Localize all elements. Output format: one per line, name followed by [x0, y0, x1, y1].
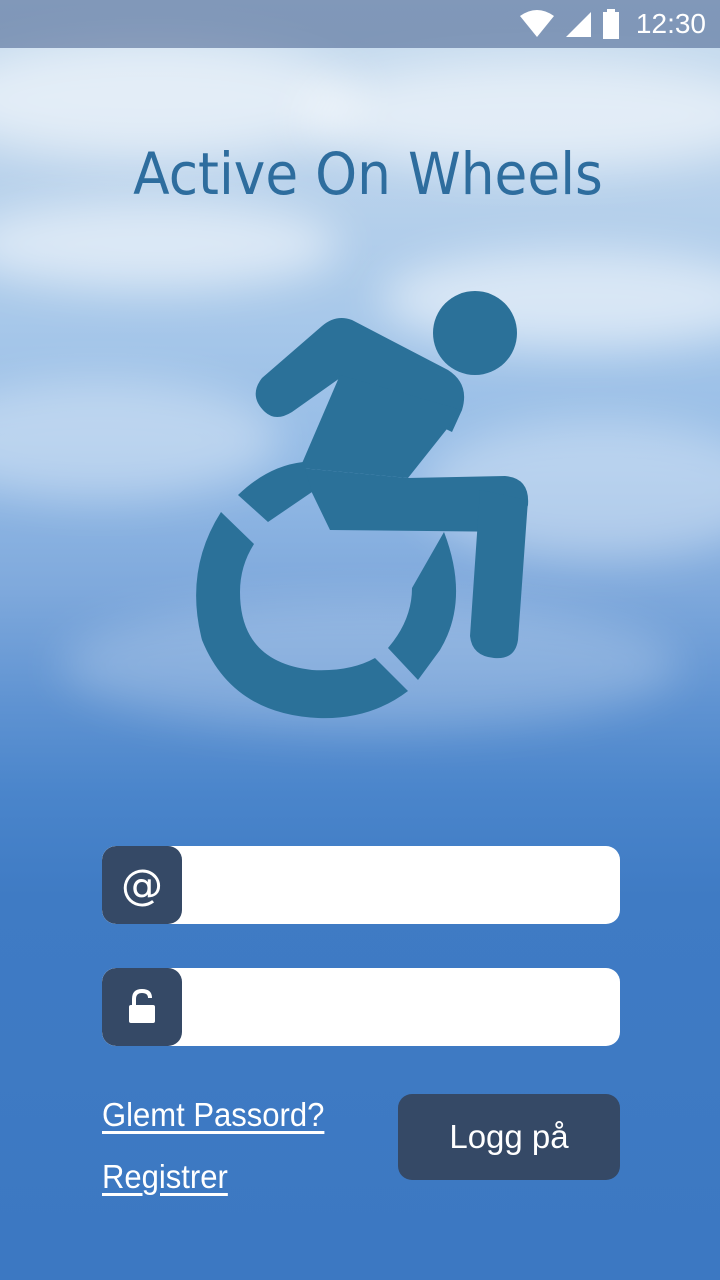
status-icons: 12:30	[519, 0, 706, 48]
password-input[interactable]	[194, 968, 604, 1046]
password-icon-box	[102, 968, 182, 1046]
email-field[interactable]: @	[102, 846, 620, 924]
email-icon-box: @	[102, 846, 182, 924]
status-time: 12:30	[635, 8, 706, 39]
wheelchair-icon	[196, 291, 529, 719]
background-cloud	[0, 200, 340, 290]
email-input[interactable]	[194, 846, 604, 924]
login-screen: 12:30 Active On Wheels @ Glemt Passord? …	[0, 0, 720, 1280]
status-bar: 12:30	[0, 0, 720, 48]
password-field[interactable]	[102, 968, 620, 1046]
forgot-password-link[interactable]: Glemt Passord?	[102, 1096, 324, 1134]
at-sign-icon: @	[121, 860, 163, 909]
login-button[interactable]: Logg på	[398, 1094, 620, 1180]
register-link[interactable]: Registrer	[102, 1158, 228, 1196]
signal-icon	[565, 12, 591, 37]
wifi-icon	[519, 10, 554, 37]
battery-icon	[602, 9, 619, 39]
unlock-icon	[129, 989, 155, 1023]
app-title: Active On Wheels	[133, 140, 603, 208]
